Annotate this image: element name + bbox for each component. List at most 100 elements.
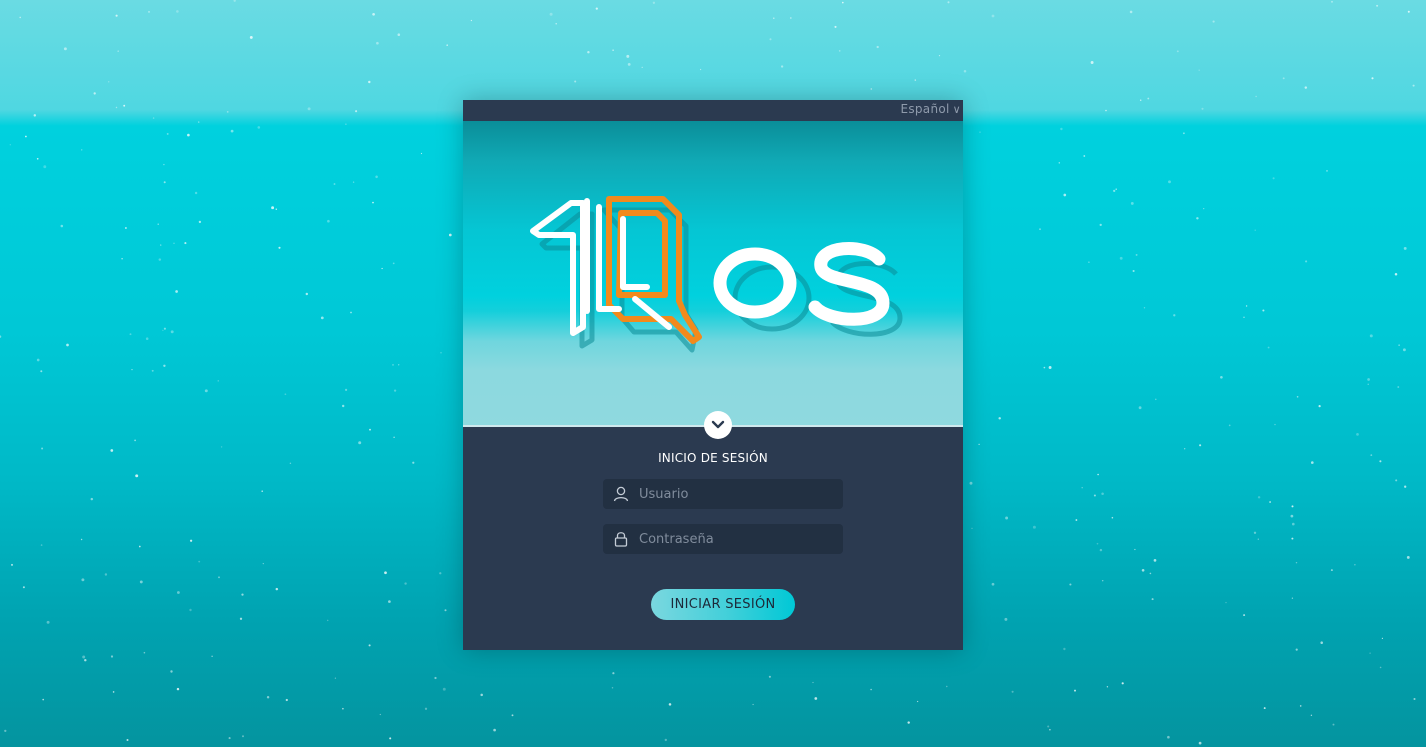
expand-button[interactable] [704, 411, 732, 439]
sparkle-dot [1299, 705, 1302, 707]
sparkle-dot [773, 17, 775, 20]
sparkle-dot [424, 707, 428, 710]
sparkle-dot [261, 490, 264, 493]
sparkle-dot [350, 311, 352, 314]
sparkle-dot [1310, 461, 1314, 464]
sparkle-dot [1058, 162, 1061, 164]
sparkle-dot [19, 16, 22, 19]
sparkle-dot [393, 436, 395, 439]
sparkle-dot [241, 593, 244, 596]
sparkle-dot [275, 208, 278, 210]
sparkle-dot [249, 35, 253, 39]
hero-banner [463, 121, 963, 425]
chevron-down-circle-icon [711, 420, 725, 429]
sparkle-dot [334, 677, 337, 679]
sparkle-dot [148, 11, 150, 13]
sparkle-dot [81, 578, 85, 582]
sparkle-dot [134, 439, 137, 442]
sparkle-dot [40, 544, 43, 546]
sparkle-dot [1115, 188, 1117, 190]
sparkle-dot [173, 242, 175, 244]
top-bar: Español ∨ [463, 100, 963, 121]
sparkle-dot [1099, 548, 1103, 552]
sparkle-dot [1099, 223, 1102, 227]
sparkle-dot [1047, 725, 1050, 728]
sparkle-dot [1402, 348, 1406, 352]
sparkle-dot [1255, 95, 1257, 98]
sparkle-dot [175, 290, 178, 293]
sparkle-dot [668, 703, 672, 706]
sparkle-dot [242, 735, 244, 738]
sparkle-dot [341, 404, 345, 408]
sparkle-dot [587, 50, 590, 54]
sparkle-dot [664, 738, 667, 742]
sparkle-dot [870, 88, 873, 90]
sparkle-dot [1379, 460, 1382, 463]
sparkle-dot [947, 1, 950, 4]
sparkle-dot [1310, 714, 1313, 716]
sparkle-dot [368, 80, 371, 84]
login-button[interactable]: INICIAR SESIÓN [651, 589, 795, 620]
sparkle-dot [36, 358, 40, 362]
sparkle-dot [1413, 697, 1416, 701]
sparkle-dot [25, 135, 27, 138]
sparkle-dot [176, 10, 179, 13]
sparkle-dot [289, 462, 292, 465]
sparkle-dot [170, 330, 174, 334]
sparkle-dot [104, 573, 108, 576]
sparkle-dot [1291, 505, 1294, 508]
sparkle-dot [372, 12, 375, 16]
sparkle-dot [60, 224, 64, 228]
sparkle-dot [194, 191, 198, 195]
sparkle-dot [991, 14, 995, 18]
sparkle-dot [1394, 273, 1398, 276]
sparkle-dot [1048, 366, 1052, 369]
sparkle-dot [22, 586, 25, 589]
sparkle-dot [1111, 516, 1114, 519]
sparkle-dot [115, 14, 118, 17]
language-selector[interactable]: Español ∨ [900, 102, 961, 116]
sparkle-dot [158, 258, 162, 261]
sparkle-dot [1274, 423, 1276, 426]
sparkle-dot [1376, 4, 1379, 7]
sparkle-dot [1290, 514, 1294, 518]
sparkle-dot [376, 41, 379, 45]
sparkle-dot [1330, 569, 1333, 572]
sparkle-dot [189, 608, 192, 612]
sparkle-dot [1081, 486, 1083, 489]
password-field[interactable] [603, 524, 843, 554]
password-input[interactable] [639, 524, 835, 554]
sparkle-dot [442, 687, 446, 691]
sparkle-dot [1356, 433, 1359, 436]
sparkle-dot [446, 44, 448, 46]
sparkle-dot [342, 707, 344, 710]
sparkle-dot [271, 206, 275, 210]
sparkle-dot [440, 351, 442, 354]
sparkle-dot [43, 165, 47, 169]
sparkle-dot [4, 729, 7, 733]
username-field[interactable] [603, 479, 843, 509]
sparkle-dot [1043, 366, 1046, 369]
sparkle-dot [266, 695, 270, 699]
sparkle-dot [198, 121, 200, 123]
sparkle-dot [752, 703, 754, 706]
sparkle-dot [1151, 598, 1154, 601]
username-input[interactable] [639, 479, 835, 509]
sparkle-dot [115, 106, 118, 109]
sparkle-dot [230, 129, 234, 133]
sparkle-dot [176, 687, 180, 691]
sparkle-dot [626, 54, 630, 58]
sparkle-dot [1141, 568, 1145, 572]
sparkle-dot [93, 92, 96, 95]
sparkle-dot [991, 582, 995, 586]
sparkle-dot [946, 685, 948, 688]
sparkle-dot [333, 183, 336, 185]
sparkle-dot [789, 17, 792, 19]
sparkle-dot [285, 698, 288, 702]
sparkle-dot [470, 19, 473, 22]
sparkle-dot [1272, 177, 1275, 180]
sparkle-dot [838, 50, 841, 52]
sparkle-dot [262, 562, 264, 565]
sparkle-dot [82, 655, 86, 659]
sparkle-dot [163, 327, 166, 330]
